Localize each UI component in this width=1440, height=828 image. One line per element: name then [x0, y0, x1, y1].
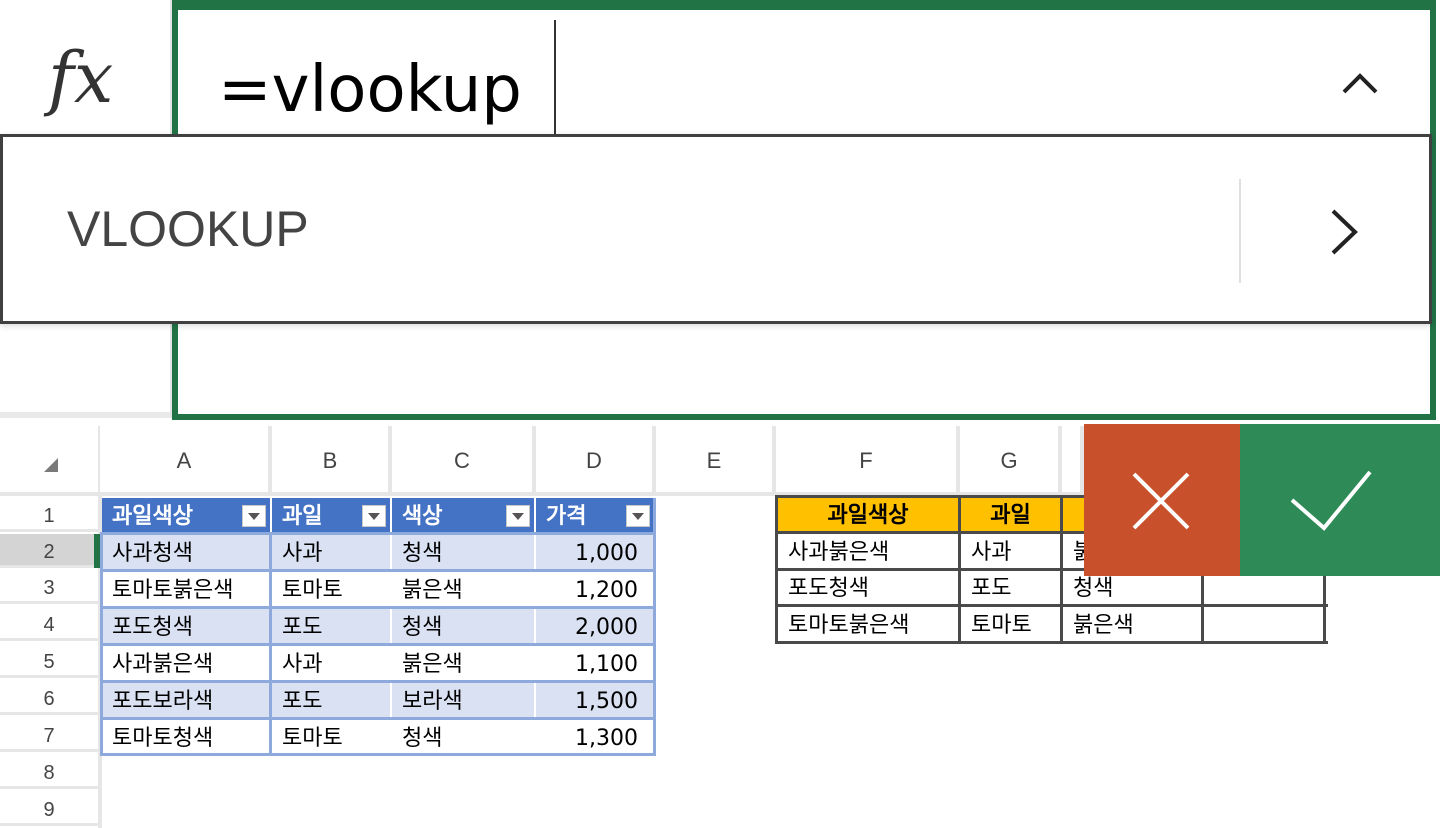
column-header-b[interactable]: B [272, 426, 392, 492]
select-all-icon[interactable] [44, 458, 58, 472]
table-cell[interactable]: 포도 [272, 609, 390, 645]
table-cell[interactable]: 포도청색 [102, 609, 270, 645]
lookup-cell[interactable] [1204, 608, 1324, 644]
table-gridline [269, 532, 272, 756]
column-header-h[interactable] [1062, 426, 1084, 492]
table-gridline [100, 532, 656, 535]
table-cell[interactable]: 붉은색 [392, 572, 534, 608]
row-header-1[interactable]: 1 [0, 498, 98, 532]
lookup-cell[interactable]: 청색 [1063, 571, 1201, 607]
lookup-cell[interactable]: 토마토 [961, 608, 1060, 644]
row-header-3[interactable]: 3 [0, 570, 98, 604]
lookup-header-cell[interactable]: 과일색상 [778, 498, 958, 534]
function-icon[interactable]: fx [48, 28, 138, 128]
header-label: 과일 [282, 504, 323, 529]
table-gridline [653, 498, 656, 756]
table-cell[interactable]: 사과 [272, 535, 390, 571]
row-header-6[interactable]: 6 [0, 681, 98, 715]
row-header-8[interactable]: 8 [0, 755, 98, 789]
table-cell[interactable]: 2,000 [536, 609, 654, 645]
table-cell[interactable]: 토마토청색 [102, 720, 270, 756]
row-header-9[interactable]: 9 [0, 792, 98, 826]
row-header-5[interactable]: 5 [0, 644, 98, 678]
table-gridline [100, 569, 656, 572]
table-cell[interactable]: 1,500 [536, 683, 654, 719]
row-header-2[interactable]: 2 [0, 534, 98, 568]
header-label: 가격 [546, 504, 587, 529]
lookup-border [1323, 568, 1326, 644]
filter-dropdown-icon[interactable] [506, 505, 530, 527]
table-gridline [100, 643, 656, 646]
lookup-cell[interactable] [1204, 571, 1324, 607]
cancel-button[interactable] [1084, 424, 1240, 576]
table-gridline [100, 680, 656, 683]
table-cell[interactable]: 보라색 [392, 683, 534, 719]
lookup-border [775, 531, 1085, 534]
lookup-cell[interactable]: 붉 [1063, 535, 1084, 571]
row-header-4[interactable]: 4 [0, 607, 98, 641]
lookup-cell[interactable]: 사과 [961, 535, 1060, 571]
lookup-cell[interactable]: 토마토붉은색 [778, 608, 958, 644]
lookup-border [775, 641, 1328, 644]
filter-dropdown-icon[interactable] [626, 505, 650, 527]
table-gridline [100, 606, 656, 609]
column-header-d[interactable]: D [536, 426, 656, 492]
fx-area-bottom [0, 412, 170, 418]
lookup-border [775, 495, 778, 644]
filter-dropdown-icon[interactable] [242, 505, 266, 527]
table-cell[interactable]: 청색 [392, 535, 534, 571]
column-header-g[interactable]: G [960, 426, 1062, 492]
lookup-border [1060, 495, 1063, 644]
lookup-border [775, 604, 1328, 607]
table-cell[interactable]: 청색 [392, 609, 534, 645]
close-icon [1132, 472, 1190, 530]
lookup-cell[interactable]: 포도 [961, 571, 1060, 607]
filter-dropdown-icon[interactable] [362, 505, 386, 527]
table-cell[interactable]: 사과 [272, 646, 390, 682]
table-gridline [100, 532, 103, 756]
lookup-cell[interactable]: 포도청색 [778, 571, 958, 607]
header-label: 과일색상 [112, 504, 193, 529]
lookup-header-cell[interactable] [1063, 498, 1084, 534]
table-cell[interactable]: 포도 [272, 683, 390, 719]
lookup-border [958, 495, 961, 644]
lookup-header-cell[interactable]: 과일 [961, 498, 1060, 534]
table-cell[interactable]: 사과청색 [102, 535, 270, 571]
column-header-c[interactable]: C [392, 426, 536, 492]
text-caret [554, 20, 556, 138]
lookup-border [775, 495, 1085, 498]
column-header-f[interactable]: F [776, 426, 960, 492]
suggestion-divider [1239, 179, 1241, 283]
table-cell[interactable]: 청색 [392, 720, 534, 756]
lookup-cell[interactable]: 사과붉은색 [778, 535, 958, 571]
table-cell[interactable]: 붉은색 [392, 646, 534, 682]
enter-button[interactable] [1240, 424, 1440, 576]
row-header-7[interactable]: 7 [0, 718, 98, 752]
column-header-e[interactable]: E [656, 426, 776, 492]
table-cell[interactable]: 1,200 [536, 572, 654, 608]
table-gridline [100, 753, 656, 756]
autocomplete-dropdown[interactable]: VLOOKUP [0, 134, 1432, 324]
table-cell[interactable]: 1,100 [536, 646, 654, 682]
table-cell[interactable]: 포도보라색 [102, 683, 270, 719]
table-cell[interactable]: 1,000 [536, 535, 654, 571]
header-label: 색상 [402, 504, 443, 529]
table-cell[interactable]: 토마토 [272, 572, 390, 608]
formula-input[interactable]: =vlookup [218, 50, 522, 130]
table-cell[interactable]: 사과붉은색 [102, 646, 270, 682]
lookup-cell[interactable]: 붉은색 [1063, 608, 1201, 644]
chevron-right-icon[interactable] [1313, 197, 1373, 267]
table-gridline [100, 717, 656, 720]
column-header-a[interactable]: A [100, 426, 272, 492]
checkmark-icon [1290, 470, 1372, 531]
table-cell[interactable]: 토마토 [272, 720, 390, 756]
chevron-up-icon[interactable] [1330, 50, 1390, 110]
lookup-border [1201, 568, 1204, 644]
table-cell[interactable]: 1,300 [536, 720, 654, 756]
suggestion-vlookup[interactable]: VLOOKUP [67, 199, 309, 259]
table-cell[interactable]: 토마토붉은색 [102, 572, 270, 608]
